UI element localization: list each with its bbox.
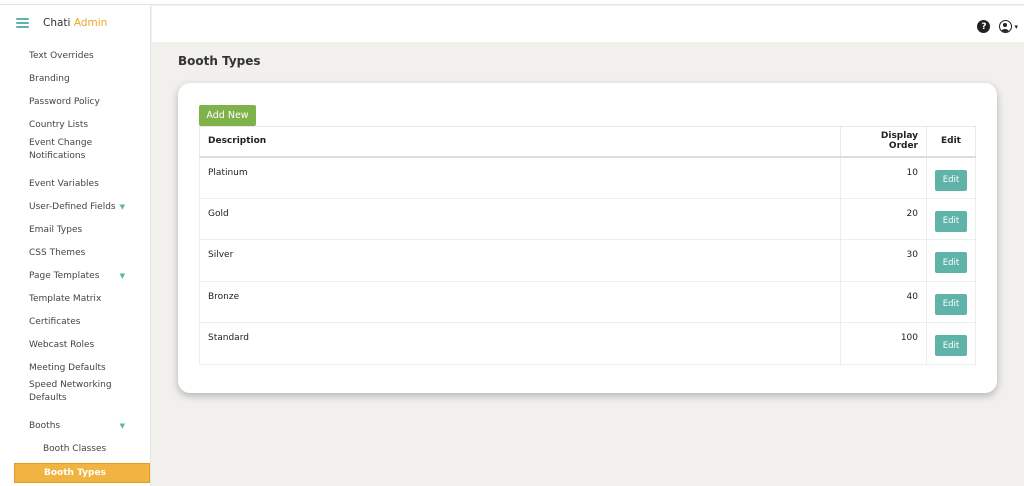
column-header-description[interactable]: Description [198,126,842,158]
sidebar-item-label: Country Lists [29,119,89,130]
sidebar-item-label: Template Matrix [29,293,102,304]
sidebar-item-label: Email Types [29,224,83,235]
sidebar-item-label: Speed Networking Defaults [29,380,112,403]
row-description: Standard [198,322,842,365]
edit-button[interactable]: Edit [935,335,967,356]
sidebar-item-text-overrides[interactable]: Text Overrides [0,47,150,65]
brand-accent: Admin [73,17,108,29]
sidebar-item-label: Certificates [29,316,81,327]
row-display-order: 40 [840,280,927,323]
sidebar-item-certificates[interactable]: Certificates [0,313,150,331]
sidebar-item-template-matrix[interactable]: Template Matrix [0,290,150,308]
table-row: Gold 20 Edit [198,197,976,240]
row-description: Bronze [198,280,842,323]
row-display-order: 30 [840,239,927,282]
user-menu[interactable]: ▾ [999,20,1018,33]
question-circle-icon[interactable]: ? [977,20,991,33]
row-display-order: 20 [840,197,927,240]
sidebar-item-label: CSS Themes [29,247,86,258]
sidebar-item-label: Event Change Notifications [29,138,93,161]
column-header-edit: Edit [926,126,976,158]
sidebar-item-label: Event Variables [29,178,99,189]
row-edit-cell: Edit [926,156,976,199]
page-title: Booth Types [178,54,261,68]
row-display-order: 10 [840,156,927,199]
sidebar-item-label: Booth Types [44,467,106,478]
sidebar-item-page-templates[interactable]: Page Templates ▼ [0,267,150,285]
table-row: Bronze 40 Edit [198,280,976,323]
booth-types-card: Add New Description Display Order Edit P… [178,83,997,393]
row-edit-cell: Edit [926,197,976,240]
row-description: Gold [198,197,842,240]
sidebar-item-label: Webcast Roles [29,339,95,350]
sidebar-item-event-change-notifications[interactable]: Event Change Notifications [0,135,150,165]
row-display-order: 100 [840,322,927,365]
brand-title: Chati Admin [43,17,107,29]
row-description: Platinum [198,156,842,199]
edit-button[interactable]: Edit [935,293,967,315]
sidebar-item-label: Booth Classes [43,443,107,454]
sidebar-item-user-defined-fields[interactable]: User-Defined Fields ▼ [0,198,150,216]
brand-header: Chati Admin [0,5,150,41]
row-edit-cell: Edit [926,239,976,282]
add-new-button[interactable]: Add New [199,105,256,126]
sidebar-item-event-variables[interactable]: Event Variables [0,175,150,193]
hamburger-menu-icon[interactable] [16,18,29,28]
user-circle-icon[interactable] [999,20,1013,33]
row-edit-cell: Edit [926,322,976,365]
sidebar-item-css-themes[interactable]: CSS Themes [0,244,150,262]
edit-button[interactable]: Edit [935,169,967,191]
chevron-down-icon[interactable]: ▼ [120,420,125,433]
sidebar-item-email-types[interactable]: Email Types [0,221,150,239]
sidebar-item-label: Meeting Defaults [29,362,106,373]
caret-down-icon[interactable]: ▾ [1014,23,1018,31]
sidebar-item-booth-types[interactable]: Booth Types [14,463,150,483]
sidebar-item-webcast-roles[interactable]: Webcast Roles [0,336,150,354]
sidebar-item-label: Password Policy [29,96,100,107]
sidebar-item-label: User-Defined Fields [29,201,116,212]
row-edit-cell: Edit [926,280,976,323]
sidebar-item-country-lists[interactable]: Country Lists [0,116,150,134]
sidebar-item-label: Branding [29,73,70,84]
sidebar-item-label: Booths [29,420,61,431]
sidebar-item-label: Text Overrides [29,50,94,61]
top-header-bar: ? ▾ [152,6,1024,42]
edit-button[interactable]: Edit [935,210,967,232]
sidebar-item-password-policy[interactable]: Password Policy [0,93,150,111]
chevron-down-icon[interactable]: ▼ [120,270,125,283]
window-top-strip [0,0,1024,5]
table-header-row: Description Display Order Edit [198,126,976,158]
table-row: Standard 100 Edit [198,322,976,365]
chevron-down-icon[interactable]: ▼ [120,201,125,214]
sidebar-item-speed-networking-defaults[interactable]: Speed Networking Defaults [0,377,150,407]
row-description: Silver [198,239,842,282]
sidebar-item-meeting-defaults[interactable]: Meeting Defaults [0,359,150,377]
sidebar-item-booth-classes[interactable]: Booth Classes [0,440,150,458]
edit-button[interactable]: Edit [935,252,967,273]
topbar-actions: ? ▾ [977,20,1018,33]
sidebar-item-branding[interactable]: Branding [0,70,150,88]
column-header-display-order[interactable]: Display Order [840,126,927,158]
brand-name: Chati [43,17,71,29]
sidebar: Chati Admin Text Overrides Branding Passwo… [0,5,151,486]
table-row: Platinum 10 Edit [198,156,976,199]
sidebar-item-label: Page Templates [29,270,100,281]
table-row: Silver 30 Edit [198,239,976,282]
booth-types-table: Description Display Order Edit Platinum 1… [198,126,976,365]
sidebar-item-booths[interactable]: Booths ▼ [0,417,150,435]
